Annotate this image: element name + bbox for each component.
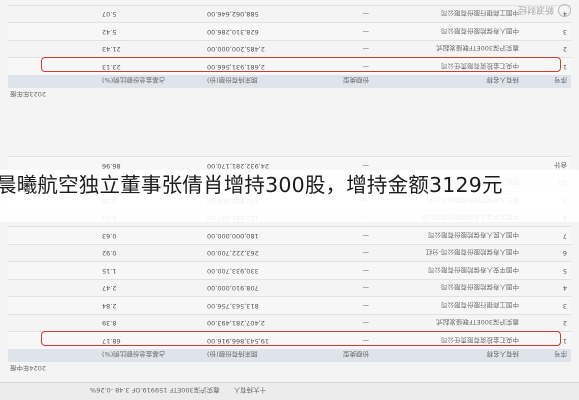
table-cell: 中国人寿保险股份有限公司-分红 [425,248,519,257]
table-cell: 8.39 [102,319,117,328]
table-cell: 2 [562,319,567,328]
table-cell: 0.92 [102,249,117,258]
table-cell: 86.96 [102,161,121,170]
header-cell: 占基金总份额比例(%) [102,350,166,359]
table-header: 序号 持有人名称 份额类型 期末持有份额(份) 占基金总份额比例(%) [8,349,571,362]
table-cell: 中国人寿保险股份有限公司 [441,283,519,292]
table-cell: 中国工商银行股份有限公司 [441,9,519,18]
table-cell: 6 [562,249,567,258]
table-row: 3 中国工商银行股份有限公司 — 813,563,756.00 2.84 [8,296,571,314]
table-cell: 330,933,700.00 [207,266,259,275]
headline-title: 晨曦航空独立董事张倩肖增持300股，增持金额3129元 [0,173,503,197]
table-cell: — [362,10,370,19]
table-cell: — [362,231,370,240]
table-cell: 813,563,756.00 [207,301,259,310]
table-cell: 2,485,200,000.00 [207,45,265,54]
table-cell: 2,407,281,493.00 [207,319,265,328]
table-cell: 3 [562,27,567,36]
table-cell: — [362,249,370,258]
table-header: 序号 持有人名称 份额类型 期末持有份额(份) 占基金总份额比例(%) [8,75,571,88]
table-cell: 2.47 [102,284,117,293]
table-cell: — [362,319,370,328]
table-cell: 628,310,286.00 [207,27,259,36]
table-row: 2 嘉实沪深300ETF联接发起式 — 2,485,200,000.00 21.43 [8,40,571,58]
header-cell: 期末持有份额(份) [207,350,258,359]
table-cell: — [362,27,370,36]
holders-table-2023: 序号 持有人名称 份额类型 期末持有份额(份) 占基金总份额比例(%) 1 中央汇… [8,5,571,88]
watermark-text: 新浪财经 [517,4,554,14]
table-cell: 1.15 [102,266,117,275]
table-cell: 2 [562,45,567,54]
table-row: 2 嘉实沪深300ETF联接发起式 — 2,407,281,493.00 8.39 [8,314,571,332]
header-cell: 序号 [554,76,567,85]
header-cell: 序号 [554,350,567,359]
table-row: 5 中国平安人寿保险股份有限公司 — 330,933,700.00 1.15 [8,261,571,279]
table-cell: 嘉实沪深300ETF联接发起式 [436,318,519,327]
table-cell: — [362,301,370,310]
table-cell: — [362,161,370,170]
section-label-2023: 2023年年报 [10,90,47,98]
table-cell: 180,000,000.00 [207,231,259,240]
table-cell: — [362,266,370,275]
table-cell: 5.42 [102,27,117,36]
table-row: 4 中国人寿保险股份有限公司 — 708,910,000.00 2.47 [8,279,571,297]
top-strip: 十大持有人 嘉实沪深300ETF 159919.OF 3.48 -0.26% [0,382,579,400]
header-cell: 份额类型 [343,76,369,85]
strip-text-2: 嘉实沪深300ETF 159919.OF 3.48 -0.26% [90,386,220,395]
table-cell: 0.63 [102,231,117,240]
table-cell: — [362,284,370,293]
table-cell: 嘉实沪深300ETF联接发起式 [436,44,519,53]
header-cell: 持有人名称 [486,76,520,85]
highlight-box-2023 [41,57,561,72]
table-row: 3 中国人寿保险股份有限公司 — 628,310,286.00 5.42 [8,22,571,40]
table-cell: 中国人寿保险股份有限公司 [441,26,519,35]
table-cell: 中国工商银行股份有限公司 [441,300,519,309]
header-cell: 持有人名称 [486,350,520,359]
table-cell: 中国平安人寿保险股份有限公司 [428,265,519,274]
table-cell: 708,910,000.00 [207,284,259,293]
table-row: 7 中国人民人寿保险股份有限公司 — 180,000,000.00 0.63 [8,226,571,244]
highlight-box-2024 [41,331,561,346]
table-cell: 588,062,646.00 [207,10,259,19]
table-cell: 5.07 [102,10,117,19]
table-cell: — [362,45,370,54]
strip-text-1: 十大持有人 [233,386,267,395]
table-cell: 7 [562,231,567,240]
table-row: 4 中国工商银行股份有限公司 —588,062,646.00 5.07 [8,5,571,23]
table-cell: 24,932,281,170.00 [207,161,270,170]
table-cell: 5 [562,266,567,275]
watermark: 新浪财经 [518,4,571,17]
table-cell: 263,222,700.00 [207,249,259,258]
headline-banner: 晨曦航空独立董事张倩肖增持300股，增持金额3129元 [0,170,579,222]
header-cell: 份额类型 [343,350,369,359]
table-cell: 3 [562,301,567,310]
section-label-2024: 2024年中报 [10,364,47,372]
table-cell: 4 [562,284,567,293]
table-cell: 中国人民人寿保险股份有限公司 [428,230,519,239]
table-row: 6 中国人寿保险股份有限公司-分红 — 263,222,700.00 0.92 [8,244,571,262]
table-cell: 21.43 [102,45,121,54]
table-cell: 2.84 [102,301,117,310]
logo-icon [558,4,571,17]
header-cell: 占基金总份额比例(%) [102,76,166,85]
header-cell: 期末持有份额(份) [207,76,258,85]
